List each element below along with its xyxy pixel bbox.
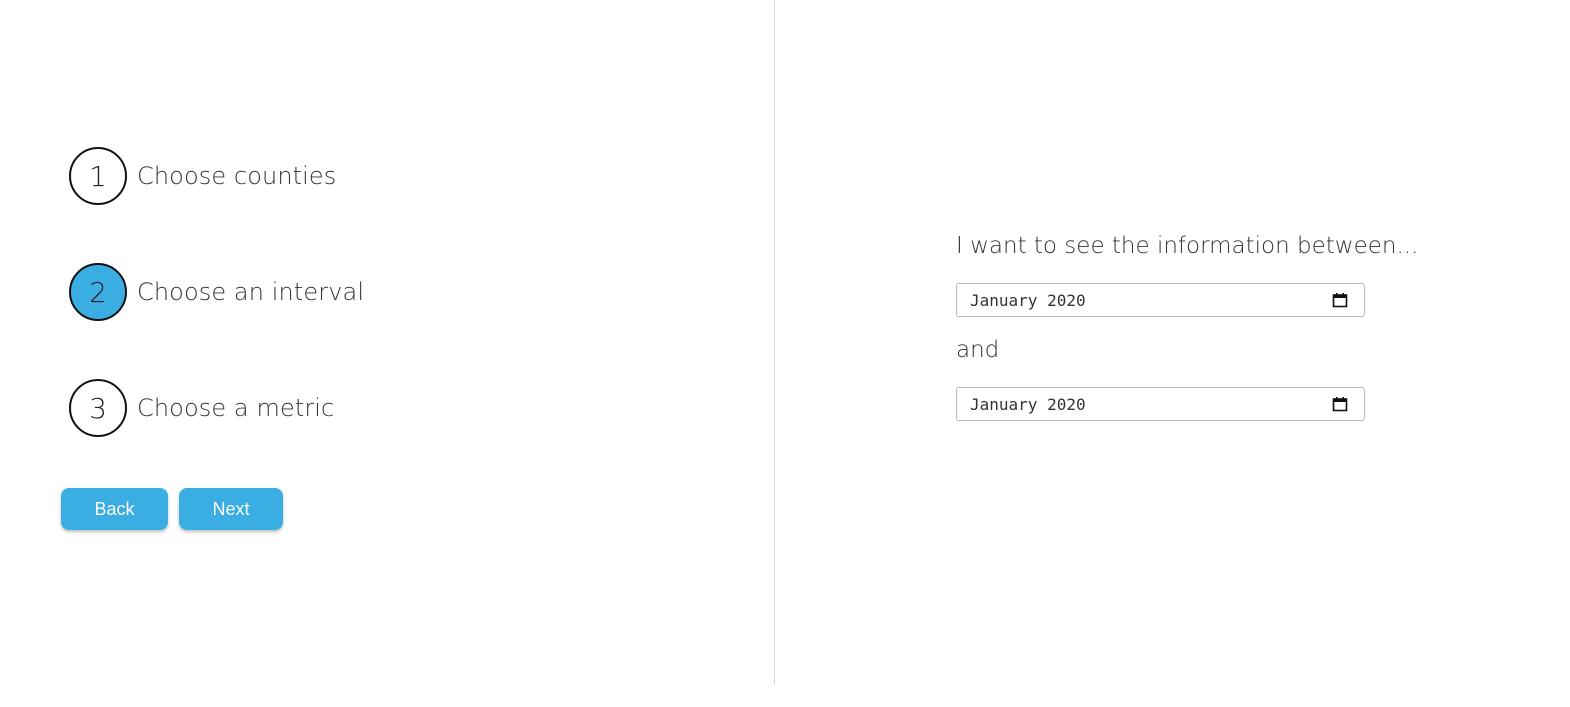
start-month-input[interactable]: January 2020 xyxy=(956,283,1365,317)
end-month-input[interactable]: January 2020 xyxy=(956,387,1365,421)
end-month-value: January 2020 xyxy=(970,394,1086,414)
back-button[interactable]: Back xyxy=(61,488,168,530)
conjunction-label: and xyxy=(956,337,1000,363)
calendar-icon[interactable] xyxy=(1332,292,1348,308)
step-label: Choose a metric xyxy=(137,394,335,422)
step-choose-interval[interactable]: 2 Choose an interval xyxy=(69,263,364,321)
start-month-value: January 2020 xyxy=(970,290,1086,310)
interval-prompt: I want to see the information between... xyxy=(956,233,1419,259)
step-label: Choose counties xyxy=(137,162,337,190)
step-label: Choose an interval xyxy=(137,278,365,306)
step-choose-counties[interactable]: 1 Choose counties xyxy=(69,147,336,205)
panel-divider xyxy=(774,0,775,685)
next-button[interactable]: Next xyxy=(179,488,283,530)
page: 1 Choose counties 2 Choose an interval 3… xyxy=(0,0,1570,707)
step-number-circle: 3 xyxy=(69,379,127,437)
step-number-circle: 1 xyxy=(69,147,127,205)
calendar-icon[interactable] xyxy=(1332,396,1348,412)
step-number-circle-active: 2 xyxy=(69,263,127,321)
step-choose-metric[interactable]: 3 Choose a metric xyxy=(69,379,334,437)
